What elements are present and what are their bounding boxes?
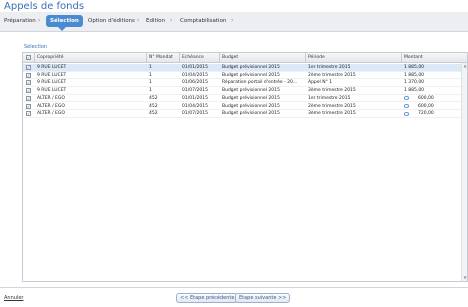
cell-montant: 1 885,00 — [404, 65, 425, 70]
cell-mandat: 1 — [149, 80, 152, 86]
step-separator: › — [80, 17, 83, 24]
row-checkbox[interactable]: ✓ — [26, 111, 31, 117]
column-header-periode[interactable]: Période — [308, 54, 325, 61]
cell-copropriete: 9 RUE LUCET — [37, 65, 67, 70]
cell-mandat: 452 — [149, 103, 158, 109]
column-header-montant[interactable]: Montant — [404, 54, 423, 61]
cell-echeance: 01/01/2015 — [182, 95, 208, 101]
cell-montant: 1 885,00 — [404, 72, 425, 78]
step-options[interactable]: Option d'éditions — [88, 18, 135, 24]
footer-divider — [0, 287, 468, 288]
cell-montant: 600,00 — [418, 103, 434, 109]
selection-grid: ✓ Copropriété N° Mandat Echéance Budget … — [22, 52, 468, 282]
table-row[interactable]: ✓ ALTER / EGO 452 01/07/2015 Budget prévisio… — [23, 110, 467, 118]
step-preparation[interactable]: Préparation — [4, 18, 36, 24]
cell-mandat: 452 — [149, 95, 158, 101]
row-checkbox[interactable]: ✓ — [26, 88, 31, 94]
vertical-scrollbar[interactable]: ▲ ▼ — [461, 63, 467, 281]
previous-step-button[interactable]: << Etape précédente — [176, 293, 239, 303]
row-checkbox[interactable]: ✓ — [26, 72, 31, 78]
cell-copropriete: ALTER / EGO — [37, 111, 65, 117]
column-header-mandat[interactable]: N° Mandat — [149, 54, 173, 61]
cell-periode: 2ème trimestre 2015 — [308, 103, 356, 109]
cancel-link[interactable]: Annuler — [4, 295, 23, 301]
cell-budget: Budget prévisionnel 2015 — [222, 111, 280, 117]
cell-mandat: 1 — [149, 72, 152, 78]
row-checkbox[interactable]: ✓ — [26, 103, 31, 109]
cell-copropriete: 9 RUE LUCET — [37, 88, 67, 94]
step-edition[interactable]: Edition — [146, 18, 165, 24]
cell-copropriete: 9 RUE LUCET — [37, 72, 67, 78]
cell-echeance: 01/04/2015 — [182, 103, 208, 109]
column-header-budget[interactable]: Budget — [222, 54, 238, 61]
window-title: Appels de fonds — [4, 1, 85, 12]
step-selection[interactable]: Sélection — [46, 15, 83, 31]
step-comptabilisation[interactable]: Comptabilisation — [180, 18, 226, 24]
table-row[interactable]: ✓ 9 RUE LUCET 1 01/04/2015 Budget prévisionn… — [23, 72, 467, 80]
column-header-copropriete[interactable]: Copropriété — [37, 54, 64, 61]
row-checkbox[interactable]: ✓ — [26, 80, 31, 86]
step-separator: › — [231, 17, 234, 24]
cell-echeance: 01/04/2015 — [182, 72, 208, 78]
table-row[interactable]: ✓ 9 RUE LUCET 1 01/06/2015 Réparation portai… — [23, 79, 467, 87]
cell-copropriete: ALTER / EGO — [37, 103, 65, 109]
cell-echeance: 01/06/2015 — [182, 80, 208, 86]
column-header-echeance[interactable]: Echéance — [182, 54, 204, 61]
cell-budget: Budget prévisionnel 2015 — [222, 95, 280, 101]
cell-echeance: 01/07/2015 — [182, 88, 208, 94]
cell-budget: Budget prévisionnel 2015 — [222, 72, 280, 78]
cell-mandat: 1 — [149, 88, 152, 94]
cell-copropriete: 9 RUE LUCET — [37, 80, 67, 86]
cell-periode: 3ème trimestre 2015 — [308, 111, 356, 117]
cell-periode: Appel N° 1 — [308, 80, 333, 86]
table-row[interactable]: ✓ 9 RUE LUCET 1 01/01/2015 Budget prévisionn… — [23, 64, 467, 72]
cell-budget: Réparation portail d'entrée - 20... — [222, 80, 298, 86]
cell-periode: 1er trimestre 2015 — [308, 95, 351, 101]
cell-budget: Budget prévisionnel 2015 — [222, 65, 280, 70]
cell-periode: 1er trimestre 2015 — [308, 65, 351, 70]
cell-budget: Budget prévisionnel 2015 — [222, 88, 280, 94]
comment-icon[interactable] — [404, 111, 409, 116]
select-all-checkbox[interactable]: ✓ — [26, 55, 31, 60]
cell-echeance: 01/01/2015 — [182, 65, 208, 70]
cell-periode: 2ème trimestre 2015 — [308, 72, 356, 78]
cell-mandat: 452 — [149, 111, 158, 117]
step-separator: › — [170, 17, 173, 24]
comment-icon[interactable] — [404, 104, 409, 108]
table-row[interactable]: ✓ ALTER / EGO 452 01/01/2015 Budget prévisio… — [23, 95, 467, 103]
step-separator: › — [137, 17, 140, 24]
step-separator: › — [38, 17, 41, 24]
comment-icon[interactable] — [404, 96, 409, 101]
next-step-button[interactable]: Etape suivante >> — [235, 293, 291, 303]
cell-montant: 1 885,00 — [404, 88, 425, 94]
cell-periode: 3ème trimestre 2015 — [308, 88, 356, 94]
table-row[interactable]: ✓ ALTER / EGO 452 01/04/2015 Budget prévisio… — [23, 103, 467, 110]
scroll-down-icon[interactable]: ▼ — [463, 276, 467, 280]
cell-mandat: 1 — [149, 65, 152, 70]
cell-montant: 720,00 — [418, 111, 434, 117]
cell-montant: 1 370,00 — [404, 80, 425, 86]
section-label: Sélection — [24, 44, 48, 50]
grid-header: ✓ Copropriété N° Mandat Echéance Budget … — [23, 53, 467, 63]
cell-echeance: 01/07/2015 — [182, 111, 208, 117]
cell-budget: Budget prévisionnel 2015 — [222, 103, 280, 109]
cell-montant: 600,00 — [418, 95, 434, 101]
cell-copropriete: ALTER / EGO — [37, 95, 65, 101]
scroll-up-icon[interactable]: ▲ — [463, 64, 467, 68]
wizard-steps: Préparation › Sélection › Option d'éditi… — [0, 12, 468, 32]
table-row[interactable]: ✓ 9 RUE LUCET 1 01/07/2015 Budget prévisionn… — [23, 87, 467, 95]
row-checkbox[interactable]: ✓ — [26, 95, 31, 101]
row-checkbox[interactable]: ✓ — [26, 65, 31, 70]
